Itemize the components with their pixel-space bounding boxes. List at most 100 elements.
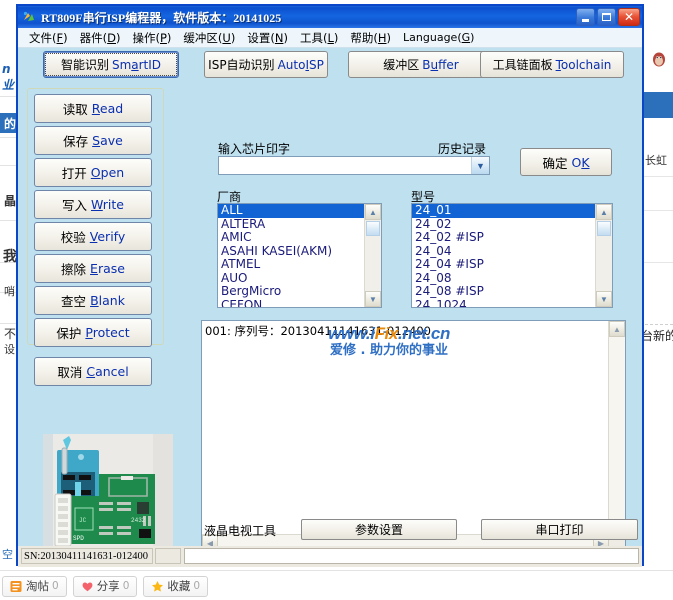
ok-button[interactable]: 确定 OK [520,148,612,176]
menu-accesskey: U [222,30,231,45]
share-button-share[interactable]: 分享 0 [72,575,138,597]
toolchain-button[interactable]: 工具链面板 Toolchain [480,51,624,78]
scroll-down-icon[interactable]: ▼ [596,291,612,307]
menu-device[interactable]: 器件(D) [74,29,127,47]
menu-label: 设置 [247,30,271,45]
menu-operate[interactable]: 操作(P) [126,29,177,47]
manufacturer-scrollbar[interactable]: ▲ ▼ [364,204,381,307]
button-label-en: Protect [85,325,130,340]
list-item[interactable]: AMIC [218,231,364,245]
list-item[interactable]: AUO [218,272,364,286]
menu-buffer[interactable]: 缓冲区(U) [177,29,241,47]
share-bar: 淘帖 0 分享 0 收藏 0 [0,570,673,600]
verify-button[interactable]: 校验 Verify [34,222,152,251]
list-item[interactable]: ALTERA [218,218,364,232]
bottom-toolbar: 液晶电视工具 参数设置 串口打印 [18,518,642,542]
menu-accesskey: F [56,30,64,45]
minimize-icon [582,18,589,22]
list-item[interactable]: 24_1024 [412,299,595,308]
share-button-count: 0 [193,580,201,592]
menu-accesskey: D [107,30,116,45]
button-label-en: Write [90,197,125,212]
log-vertical-scrollbar[interactable]: ▲ ▼ [608,321,625,535]
list-item[interactable]: CEFON [218,299,364,308]
share-button-taotie[interactable]: 淘帖 0 [2,575,67,597]
button-label-cn: 写入 [61,198,87,213]
screen-root: n 业 的 晶 我 哨 不 设 空 长虹 台新的 RT809F串行ISP编程器，… [0,0,673,600]
button-label-cn: ISP自动识别 [208,58,275,72]
open-button[interactable]: 打开 Open [34,158,152,187]
list-item[interactable]: ALL [218,204,364,218]
close-button[interactable]: ✕ [618,8,640,26]
scrollbar-thumb[interactable] [366,221,380,236]
read-button[interactable]: 读取 Read [34,94,152,123]
button-label-cn: 打开 [61,166,87,181]
erase-button[interactable]: 擦除 Erase [34,254,152,283]
list-item[interactable]: 24_04 [412,245,595,259]
log-line: 001: 序列号：20130411141631-012400 [205,324,431,338]
scroll-down-icon[interactable]: ▼ [365,291,381,307]
button-label-cn: 工具链面板 [492,58,553,72]
menu-help[interactable]: 帮助(H) [344,29,397,47]
chevron-down-icon[interactable]: ▼ [471,157,489,174]
autoisp-button[interactable]: ISP自动识别 AutoISP [204,51,328,78]
list-item[interactable]: 24_01 [412,204,595,218]
background-dashed-divider [640,324,673,325]
chip-input-field[interactable] [219,157,471,174]
maximize-button[interactable] [597,8,616,26]
menu-tools[interactable]: 工具(L) [294,29,344,47]
manufacturer-listbox[interactable]: ALL ALTERA AMIC ASAHI KASEI(AKM) ATMEL A… [217,203,382,308]
parameter-settings-button[interactable]: 参数设置 [301,519,457,540]
button-label-en: Buffer [422,57,459,72]
bg-fragment: 不 [4,327,17,341]
list-item[interactable]: 24_08 #ISP [412,285,595,299]
buffer-button[interactable]: 缓冲区 Buffer [348,51,494,78]
menu-language[interactable]: Language(G) [397,30,480,45]
button-label-cn: 智能识别 [60,58,109,72]
list-item[interactable]: 24_04 #ISP [412,258,595,272]
model-listbox[interactable]: 24_01 24_02 24_02 #ISP 24_04 24_04 #ISP … [411,203,613,308]
serial-print-button[interactable]: 串口打印 [481,519,638,540]
button-label-en: Open [90,165,125,180]
share-button-label: 淘帖 [26,579,49,593]
status-bar: SN:20130411141631-012400 [18,546,642,567]
blank-button[interactable]: 查空 Blank [34,286,152,315]
list-item[interactable]: 24_02 #ISP [412,231,595,245]
title-bar[interactable]: RT809F串行ISP编程器，软件版本：20141025 ✕ [18,6,642,28]
model-scrollbar[interactable]: ▲ ▼ [595,204,612,307]
menu-label: 帮助 [350,30,374,45]
share-button-favorite[interactable]: 收藏 0 [143,575,209,597]
menu-file[interactable]: 文件(F) [23,29,74,47]
protect-button[interactable]: 保护 Protect [34,318,152,347]
menu-label: 器件 [79,30,103,45]
write-button[interactable]: 写入 Write [34,190,152,219]
manufacturer-items: ALL ALTERA AMIC ASAHI KASEI(AKM) ATMEL A… [218,204,364,307]
background-right-banner [640,92,673,118]
button-label-cn: 擦除 [61,262,87,277]
scroll-up-icon[interactable]: ▲ [365,204,381,220]
scrollbar-thumb[interactable] [597,221,611,236]
scroll-up-icon[interactable]: ▲ [609,321,625,337]
menu-bar: 文件(F) 器件(D) 操作(P) 缓冲区(U) 设置(N) 工具(L) 帮助(… [18,28,642,48]
top-toolbar: 智能识别 SmartID ISP自动识别 AutoISP 缓冲区 Buffer 工具链… [18,51,642,83]
button-label-en: OK [571,154,590,170]
list-item[interactable]: ATMEL [218,258,364,272]
minimize-button[interactable] [576,8,595,26]
button-label-en: AutoISP [277,57,324,72]
save-button[interactable]: 保存 Save [34,126,152,155]
window-controls: ✕ [576,8,640,26]
list-item[interactable]: ASAHI KASEI(AKM) [218,245,364,259]
list-item[interactable]: 24_02 [412,218,595,232]
smartid-button[interactable]: 智能识别 SmartID [43,51,179,78]
status-cell-2 [155,548,181,564]
scroll-up-icon[interactable]: ▲ [596,204,612,220]
watermark-line-2: 爱修 . 助力你的事业 [330,343,448,358]
chip-input-combobox[interactable]: ▼ [218,156,490,175]
share-button-count: 0 [122,580,130,592]
cancel-button[interactable]: 取消 Cancel [34,357,152,386]
menu-settings[interactable]: 设置(N) [241,29,294,47]
list-item[interactable]: 24_08 [412,272,595,286]
list-item[interactable]: BergMicro [218,285,364,299]
menu-label: 操作 [132,30,156,45]
menu-accesskey: G [461,31,471,44]
